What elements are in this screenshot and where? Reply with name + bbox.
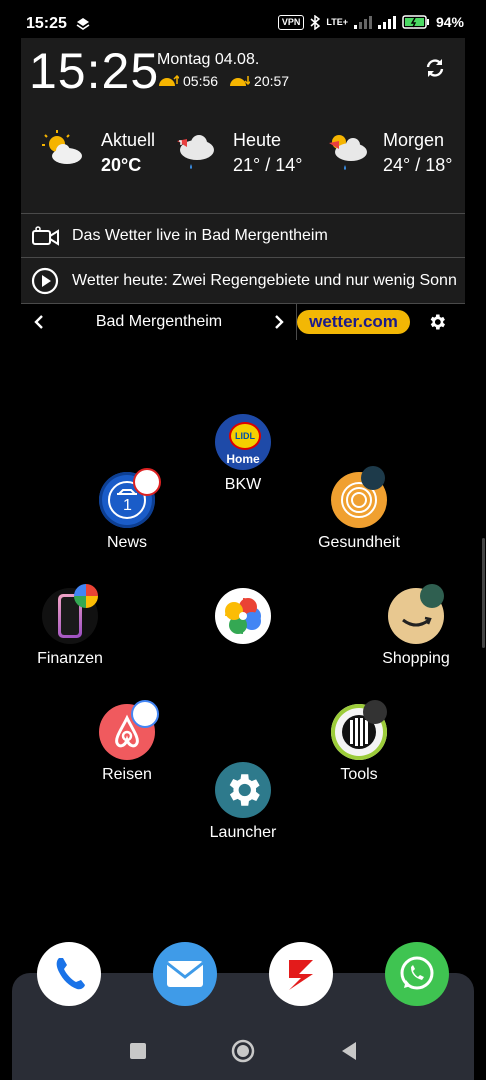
forecast-current: Aktuell 20°C bbox=[41, 130, 155, 176]
app-gesundheit[interactable]: Gesundheit bbox=[299, 466, 419, 552]
app-label-news: News bbox=[106, 534, 147, 551]
lidl-icon: LIDL Home bbox=[215, 414, 271, 470]
sunset-icon bbox=[230, 76, 251, 86]
live-text: Das Wetter live in Bad Mergentheim bbox=[72, 227, 328, 244]
wetter-com-logo[interactable]: wetter.com bbox=[297, 310, 410, 334]
chevron-right-icon[interactable] bbox=[273, 314, 285, 330]
svg-text:1: 1 bbox=[123, 497, 132, 514]
widget-date: Montag 04.08. bbox=[157, 51, 260, 68]
finance-phone-icon bbox=[42, 584, 98, 644]
forecast-value-tomorrow: 24° / 18° bbox=[383, 155, 453, 175]
live-row[interactable]: Das Wetter live in Bad Mergentheim bbox=[21, 214, 465, 256]
mini-app-icon bbox=[363, 700, 387, 724]
video-camera-icon bbox=[32, 226, 59, 246]
app-label-shopping: Shopping bbox=[382, 650, 450, 667]
scroll-indicator bbox=[482, 538, 485, 648]
location-name: Bad Mergentheim bbox=[95, 313, 223, 330]
weather-widget[interactable]: 15:25 Montag 04.08. 05:56 20:57 Aktuell … bbox=[21, 38, 465, 340]
status-time: 15:25 bbox=[26, 15, 67, 32]
news-row[interactable]: Wetter heute: Zwei Regengebiete und nur … bbox=[21, 258, 465, 302]
google-photos-icon bbox=[215, 588, 271, 644]
notification-icon bbox=[76, 18, 90, 30]
phone-icon[interactable] bbox=[37, 942, 101, 1006]
play-icon bbox=[31, 267, 59, 295]
app-label-reisen: Reisen bbox=[102, 766, 152, 783]
forecast-tomorrow: Morgen 24° / 18° bbox=[325, 130, 452, 176]
app-news[interactable]: 1 News bbox=[67, 468, 187, 552]
settings-gear-icon[interactable] bbox=[427, 312, 447, 332]
forecast-value-today: 21° / 14° bbox=[233, 155, 303, 175]
forecast-value-current: 20°C bbox=[101, 155, 142, 175]
mini-app-icon bbox=[420, 584, 444, 608]
whatsapp-icon[interactable] bbox=[385, 942, 449, 1006]
mini-app-icon bbox=[133, 468, 161, 496]
s-app-icon[interactable] bbox=[269, 942, 333, 1006]
gear-icon bbox=[215, 762, 271, 818]
app-label-finanzen: Finanzen bbox=[37, 650, 103, 667]
airbnb-icon bbox=[99, 700, 159, 760]
sun-cloud-icon bbox=[42, 130, 82, 164]
forecast-label-today: Heute bbox=[233, 130, 282, 150]
mini-app-icon bbox=[131, 700, 159, 728]
tagesschau-icon: 1 bbox=[99, 468, 161, 528]
forecast-today: Heute 21° / 14° bbox=[173, 130, 302, 176]
app-reisen[interactable]: Reisen bbox=[67, 700, 187, 784]
app-label-launcher: Launcher bbox=[209, 824, 277, 841]
battery-percent: 94% bbox=[435, 14, 464, 30]
app-bkw[interactable]: LIDL Home BKW bbox=[183, 414, 303, 494]
sunrise-time: 05:56 bbox=[183, 73, 219, 89]
mini-app-icon bbox=[74, 584, 98, 608]
windy-rain-icon bbox=[177, 135, 214, 169]
sunset-time: 20:57 bbox=[254, 73, 290, 89]
lidl-logo-text: LIDL bbox=[229, 422, 261, 450]
signal-icon bbox=[353, 16, 372, 29]
location-bar: Bad Mergentheim wetter.com bbox=[21, 304, 465, 340]
app-label-gesundheit: Gesundheit bbox=[318, 534, 400, 551]
refresh-icon[interactable] bbox=[423, 56, 447, 80]
forecast-label-current: Aktuell bbox=[101, 130, 156, 150]
tools-icon bbox=[331, 700, 387, 760]
bluetooth-icon bbox=[310, 14, 321, 30]
vpn-badge: VPN bbox=[277, 14, 305, 30]
network-label: LTE+ bbox=[326, 17, 348, 27]
mini-app-icon bbox=[361, 466, 385, 490]
amazon-icon bbox=[388, 584, 444, 644]
app-finanzen[interactable]: Finanzen bbox=[10, 584, 130, 668]
news-text: Wetter heute: Zwei Regengebiete und nur … bbox=[72, 272, 456, 289]
app-google-photos[interactable] bbox=[183, 588, 303, 644]
forecast-label-tomorrow: Morgen bbox=[383, 130, 445, 150]
recents-button[interactable] bbox=[129, 1042, 147, 1060]
sun-times: 05:56 20:57 bbox=[157, 73, 289, 89]
home-label: Home bbox=[226, 452, 260, 466]
chevron-left-icon[interactable] bbox=[33, 314, 45, 330]
mail-icon[interactable] bbox=[153, 942, 217, 1006]
status-icons: VPN LTE+ 94% bbox=[277, 14, 464, 30]
app-label-bkw: BKW bbox=[224, 476, 262, 493]
health-icon bbox=[331, 466, 387, 528]
app-launcher[interactable]: Launcher bbox=[183, 762, 303, 842]
widget-clock: 15:25 bbox=[29, 43, 160, 99]
app-shopping[interactable]: Shopping bbox=[356, 584, 476, 668]
battery-icon bbox=[402, 15, 429, 29]
signal-icon-2 bbox=[377, 16, 396, 29]
home-button[interactable] bbox=[231, 1039, 255, 1063]
app-tools[interactable]: Tools bbox=[299, 700, 419, 784]
sun-windy-rain-icon bbox=[329, 135, 367, 170]
back-button[interactable] bbox=[340, 1040, 358, 1062]
app-label-tools: Tools bbox=[340, 766, 378, 783]
sunrise-icon bbox=[159, 75, 179, 86]
